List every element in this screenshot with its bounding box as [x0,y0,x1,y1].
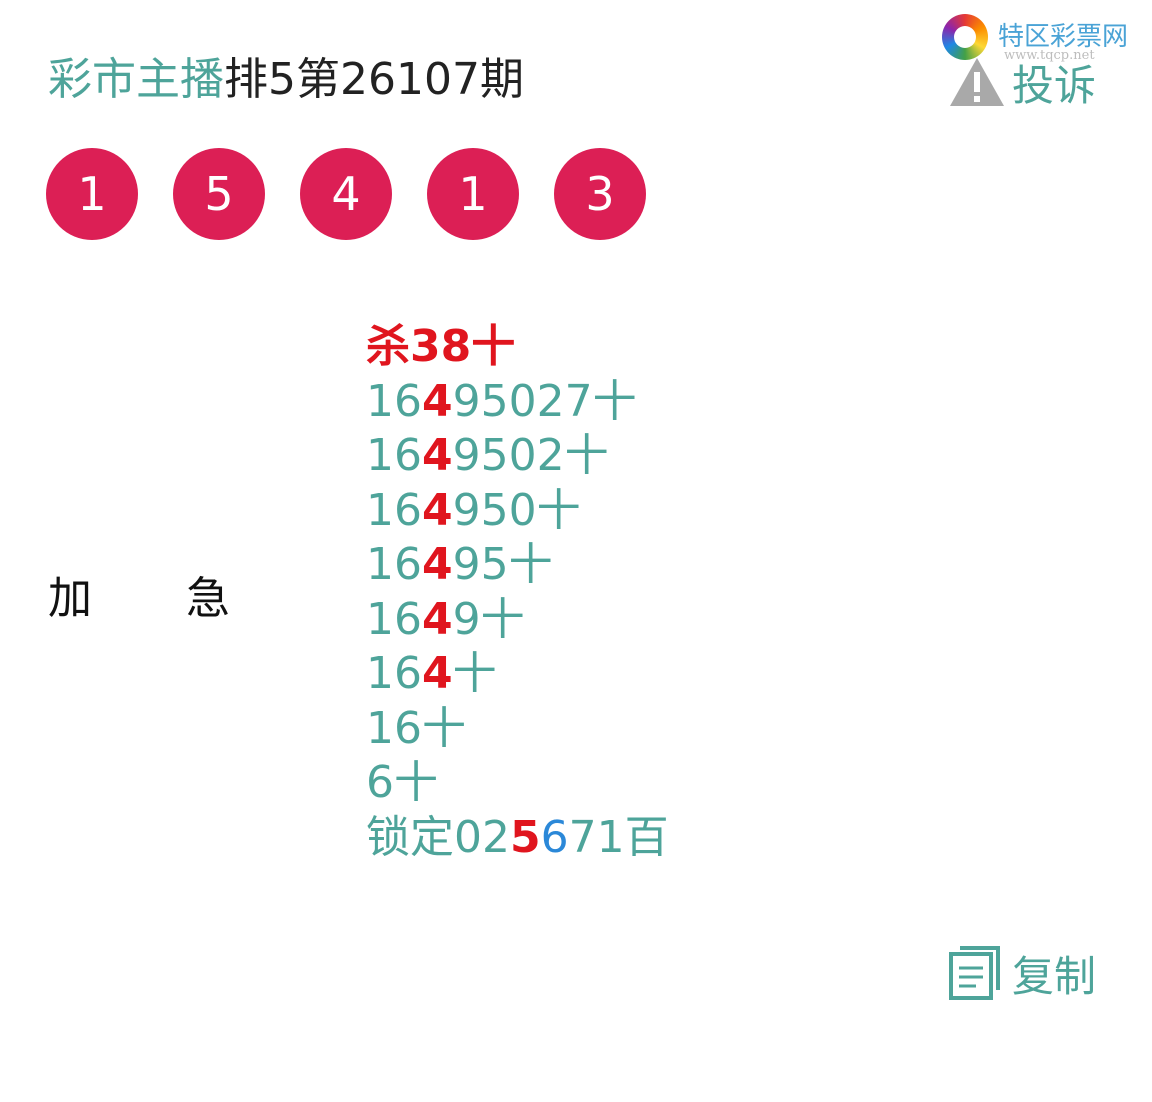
copy-button[interactable]: 复制 [948,942,1096,1004]
line-part: 16十 [366,702,466,754]
line-part: 16 [366,539,422,590]
line-highlight: 4 [422,375,453,427]
side-label-urgent: 急 [186,573,230,624]
line-highlight: 4 [422,648,453,699]
line-part: 95十 [452,539,553,590]
line-highlight: 4 [422,430,453,481]
line-part: 9502十 [452,430,609,481]
result-ball-2: 5 [173,148,265,240]
line-highlight: 4 [422,484,453,536]
prediction-content: 杀38十 16495027十 1649502十 164950十 16495十 1… [366,320,669,865]
line-part: 9十 [452,593,525,645]
prediction-line: 16十 [366,702,669,757]
complain-label: 投诉 [1012,60,1097,110]
line-highlight: 4 [422,539,453,590]
prediction-line: 6十 [366,756,669,811]
prediction-line: 164十 [366,647,669,702]
line-part: 16 [366,375,422,427]
line-highlight: 5 [510,811,541,863]
line-part: 6十 [366,757,438,808]
document-copy-icon [949,946,1000,1000]
line-part: 16 [366,593,422,645]
prediction-line: 1649十 [366,593,669,648]
line-highlight-blue: 6 [540,811,569,863]
prediction-line: 16495027十 [366,375,669,430]
line-part: 16 [366,430,422,481]
line-part: 95027十 [452,375,637,427]
warning-triangle-icon [950,58,1004,106]
line-part: 71百 [568,811,669,863]
line-part: 十 [452,648,497,699]
side-label-add: 加 [48,573,92,624]
result-ball-5: 3 [554,148,646,240]
prediction-line: 16495十 [366,538,669,593]
line-highlight: 4 [422,593,453,645]
title-anchor-label: 彩市主播 [48,54,224,105]
result-ball-4: 1 [427,148,519,240]
line-part: 16 [366,484,422,536]
prediction-line: 杀38十 [366,321,516,372]
prediction-line: 1649502十 [366,429,669,484]
copy-label: 复制 [1012,951,1097,1001]
line-part: 16 [366,648,422,699]
prediction-line: 164950十 [366,484,669,539]
prediction-line-lock: 锁定025671百 [366,811,669,866]
result-ball-1: 1 [46,148,138,240]
line-part: 950十 [452,484,581,536]
title-issue-label: 排5第26107期 [224,54,524,105]
page-title: 彩市主播排5第26107期 [48,50,524,110]
complain-button[interactable]: 投诉 [948,54,1096,110]
result-ball-3: 4 [300,148,392,240]
line-part: 锁定02 [366,811,510,863]
